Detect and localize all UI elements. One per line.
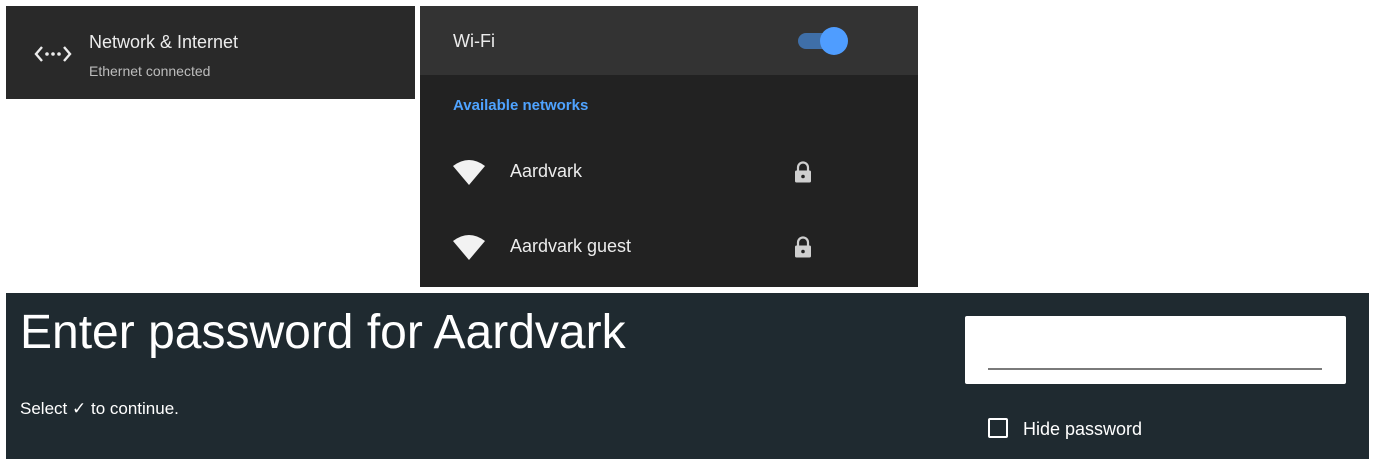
wifi-title: Wi-Fi [453, 31, 495, 51]
wifi-toggle[interactable] [796, 27, 848, 55]
wifi-panel: Wi-Fi Available networks Aardvark Aardva… [420, 6, 918, 287]
hide-password-label: Hide password [1023, 419, 1143, 439]
password-input[interactable] [965, 316, 1346, 384]
available-networks-label: Available networks [453, 97, 589, 114]
network-name: Aardvark [510, 161, 583, 181]
network-internet-title: Network & Internet [89, 32, 239, 52]
lock-icon [795, 161, 811, 183]
checkbox-box[interactable] [988, 418, 1008, 438]
network-internet-status: Ethernet connected [89, 63, 211, 79]
wifi-header[interactable]: Wi-Fi [420, 6, 918, 75]
wifi-icon [453, 160, 485, 185]
toggle-knob [820, 27, 848, 55]
wifi-icon [453, 235, 485, 260]
network-item-aardvark[interactable]: Aardvark [420, 142, 918, 202]
continue-hint: Select ✓ to continue. [20, 399, 179, 419]
input-underline [988, 368, 1322, 370]
network-internet-item[interactable]: Network & Internet Ethernet connected [6, 6, 415, 99]
ethernet-icon [34, 46, 72, 62]
password-dialog-title: Enter password for Aardvark [20, 306, 626, 359]
hint-prefix: Select [20, 399, 68, 418]
screen-root: Network & Internet Ethernet connected Wi… [0, 0, 1375, 459]
check-icon: ✓ [71, 399, 87, 418]
hint-suffix: to continue. [90, 399, 179, 418]
network-item-aardvark-guest[interactable]: Aardvark guest [420, 217, 918, 277]
lock-icon [795, 236, 811, 258]
network-name: Aardvark guest [510, 236, 632, 256]
password-dialog: Enter password for Aardvark Select ✓ to … [6, 293, 1369, 459]
